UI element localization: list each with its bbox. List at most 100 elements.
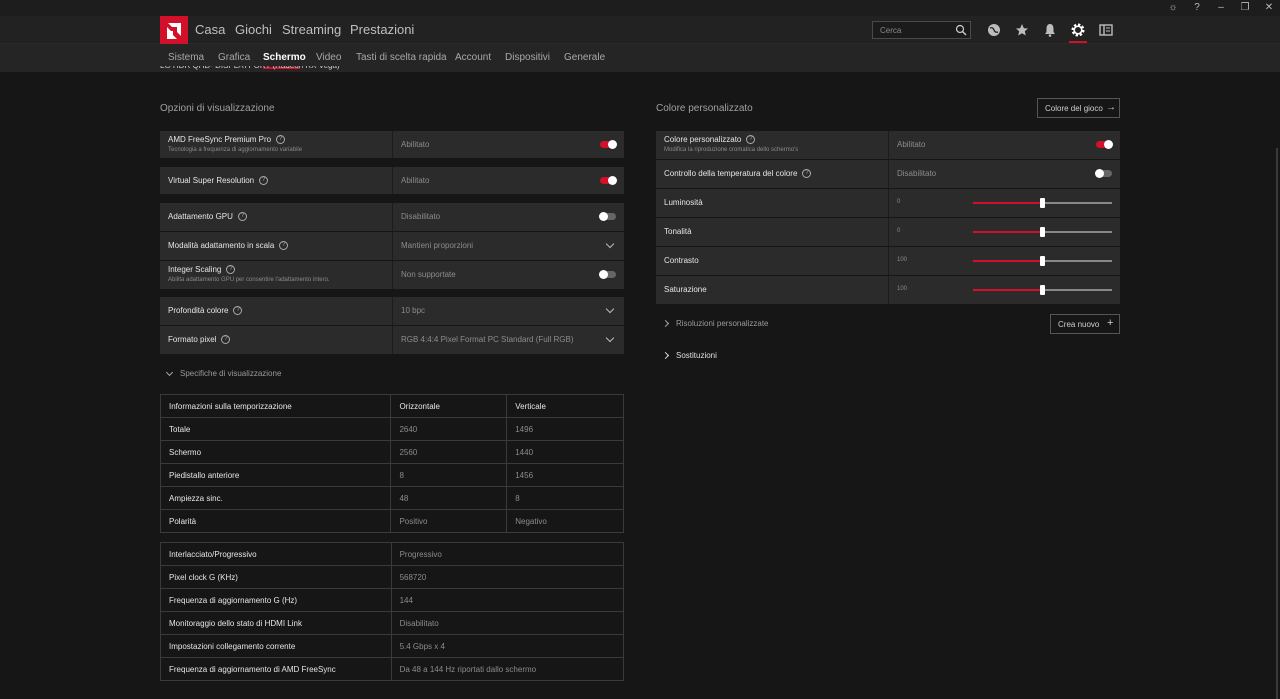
overrides-label: Sostituzioni xyxy=(676,351,717,360)
table-cell: Da 48 a 144 Hz riportati dallo schermo xyxy=(390,657,625,681)
table-cell: 144 xyxy=(390,588,625,612)
freesync-toggle[interactable] xyxy=(600,140,617,149)
bell-icon[interactable] xyxy=(1042,22,1058,38)
color-depth-select[interactable]: 10 bpc xyxy=(401,306,425,315)
nav-streaming[interactable]: Streaming xyxy=(282,22,341,37)
integer-scaling-description: Abilita adattamento GPU per consentire l… xyxy=(168,277,330,283)
plus-icon: + xyxy=(1107,317,1114,329)
integer-scaling-label: Integer Scaling xyxy=(168,265,222,274)
create-new-button[interactable]: Crea nuovo + xyxy=(1050,314,1120,334)
restore-icon[interactable]: ❐ xyxy=(1238,2,1252,14)
vsr-value: Abilitato xyxy=(401,176,430,185)
saturation-slider[interactable] xyxy=(973,285,1112,295)
search-placeholder: Cerca xyxy=(880,26,902,35)
color-temperature-value: Disabilitato xyxy=(897,169,937,178)
search-input[interactable]: Cerca xyxy=(872,21,971,39)
freesync-row: AMD FreeSync Premium Pro? Tecnologia a f… xyxy=(160,131,624,158)
saturation-row: Saturazione 100 xyxy=(656,276,1120,304)
help-icon[interactable]: ? xyxy=(279,241,289,251)
chevron-down-icon[interactable] xyxy=(605,239,615,249)
color-temperature-toggle[interactable] xyxy=(1095,169,1112,178)
help-icon[interactable]: ? xyxy=(276,135,286,145)
tab-hotkeys[interactable]: Tasti di scelta rapida xyxy=(356,52,447,63)
game-color-label: Colore del gioco xyxy=(1045,104,1103,113)
scrollbar[interactable] xyxy=(1276,148,1278,699)
table-row: Pixel clock G (KHz) 568720 xyxy=(160,565,625,589)
table-cell: 8 xyxy=(390,463,508,487)
help-icon[interactable]: ? xyxy=(221,335,231,345)
contrast-slider[interactable] xyxy=(973,256,1112,266)
close-icon[interactable]: ✕ xyxy=(1262,2,1276,14)
minimize-icon[interactable]: – xyxy=(1214,2,1228,14)
help-icon[interactable]: ? xyxy=(802,169,812,179)
custom-color-toggle[interactable] xyxy=(1096,140,1113,149)
star-icon[interactable] xyxy=(1014,22,1030,38)
gear-icon[interactable] xyxy=(1070,22,1086,38)
tab-general[interactable]: Generale xyxy=(564,52,605,63)
gpu-scaling-row: Adattamento GPU? Disabilitato xyxy=(160,203,624,231)
tab-devices[interactable]: Dispositivi xyxy=(505,52,550,63)
slider-thumb[interactable] xyxy=(1040,285,1045,295)
chevron-down-icon[interactable] xyxy=(605,304,615,314)
help-icon[interactable]: ? xyxy=(237,212,247,222)
table-header-row: Informazioni sulla temporizzazione Orizz… xyxy=(159,394,624,418)
table-cell: Progressivo xyxy=(390,542,625,566)
globe-icon[interactable] xyxy=(986,22,1002,38)
tab-display[interactable]: Schermo xyxy=(263,52,306,63)
scaling-mode-select[interactable]: Mantieni proporzioni xyxy=(401,241,473,250)
nav-games[interactable]: Giochi xyxy=(235,22,272,37)
help-icon[interactable]: ? xyxy=(226,265,236,275)
help-icon[interactable]: ? xyxy=(746,135,756,145)
nav-home[interactable]: Casa xyxy=(195,22,225,37)
scaling-mode-row: Modalità adattamento in scala? Mantieni … xyxy=(160,232,624,260)
nav-performance[interactable]: Prestazioni xyxy=(350,22,414,37)
integer-scaling-toggle[interactable] xyxy=(599,270,616,279)
tab-graphics[interactable]: Grafica xyxy=(218,52,250,63)
integer-scaling-row: Integer Scaling? Abilita adattamento GPU… xyxy=(160,261,624,289)
freesync-label: AMD FreeSync Premium Pro xyxy=(168,135,272,144)
table-cell: Disabilitato xyxy=(390,611,625,635)
vsr-row: Virtual Super Resolution? Abilitato xyxy=(160,167,624,194)
pixel-format-label: Formato pixel xyxy=(168,335,217,344)
table-cell: Piedistallo anteriore xyxy=(159,463,392,487)
bug-icon[interactable]: ☼ xyxy=(1166,2,1180,14)
chevron-down-icon[interactable] xyxy=(605,333,615,343)
contrast-label: Contrasto xyxy=(664,256,699,265)
table-row: Frequenza di aggiornamento di AMD FreeSy… xyxy=(160,657,625,681)
pixel-format-select[interactable]: RGB 4:4:4 Pixel Format PC Standard (Full… xyxy=(401,335,574,344)
contrast-row: Contrasto 100 xyxy=(656,247,1120,275)
hue-label: Tonalità xyxy=(664,227,692,236)
table-cell: Frequenza di aggiornamento di AMD FreeSy… xyxy=(160,657,392,681)
hue-slider[interactable] xyxy=(973,227,1112,237)
custom-color-value: Abilitato xyxy=(897,140,926,149)
slider-thumb[interactable] xyxy=(1040,198,1045,208)
help-icon[interactable]: ? xyxy=(233,306,243,316)
brightness-slider[interactable] xyxy=(973,198,1112,208)
custom-resolutions-label: Risoluzioni personalizzate xyxy=(676,319,769,328)
slider-thumb[interactable] xyxy=(1040,227,1045,237)
display-specs-expander[interactable]: Specifiche di visualizzazione xyxy=(165,368,281,378)
table-cell: 48 xyxy=(390,486,508,510)
gpu-scaling-toggle[interactable] xyxy=(599,212,616,221)
table-row: Schermo 2560 1440 xyxy=(159,440,624,464)
tab-system[interactable]: Sistema xyxy=(168,52,204,63)
amd-logo[interactable] xyxy=(160,16,188,44)
color-depth-row: Profondità colore? 10 bpc xyxy=(160,297,624,325)
sidebar-panel-icon[interactable] xyxy=(1098,22,1114,38)
search-icon xyxy=(955,24,967,36)
custom-color-row: Colore personalizzato? Modifica la ripro… xyxy=(656,131,1120,159)
overrides-expander[interactable]: Sostituzioni xyxy=(661,351,717,360)
slider-thumb[interactable] xyxy=(1040,256,1045,266)
help-icon[interactable]: ? xyxy=(259,176,269,186)
table-cell: Polarità xyxy=(159,509,392,533)
tab-video[interactable]: Video xyxy=(316,52,341,63)
game-color-button[interactable]: Colore del gioco → xyxy=(1037,98,1120,118)
table-cell: Totale xyxy=(159,417,392,441)
contrast-value: 100 xyxy=(897,257,908,263)
table-cell: Impostazioni collegamento corrente xyxy=(160,634,392,658)
help-icon[interactable]: ? xyxy=(1190,2,1204,14)
tab-account[interactable]: Account xyxy=(455,52,491,63)
vsr-toggle[interactable] xyxy=(600,176,617,185)
display-info-table: Interlacciato/Progressivo Progressivo Pix… xyxy=(160,542,625,681)
custom-resolutions-expander[interactable]: Risoluzioni personalizzate xyxy=(661,319,769,328)
